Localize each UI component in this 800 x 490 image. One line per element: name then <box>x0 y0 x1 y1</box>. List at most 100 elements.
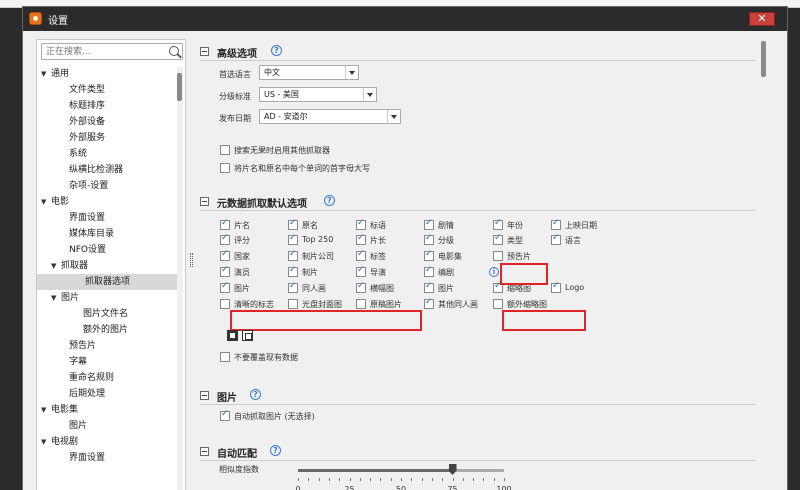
metadata-checkbox[interactable] <box>551 233 561 245</box>
sidebar-item[interactable]: 抓取器选项 <box>37 274 177 290</box>
sidebar-item[interactable]: ▼ 电影集 <box>41 402 78 418</box>
chevron-down-icon[interactable] <box>363 88 376 101</box>
metadata-checkbox[interactable] <box>424 218 434 230</box>
collapse-toggle-icon[interactable] <box>200 197 209 206</box>
help-icon[interactable]: ? <box>324 195 335 206</box>
help-icon[interactable]: ? <box>270 445 281 456</box>
metadata-checkbox[interactable] <box>220 265 230 277</box>
sidebar-item[interactable]: 重命名规则 <box>59 370 114 386</box>
sidebar-item[interactable]: NFO设置 <box>59 242 106 258</box>
metadata-checkbox[interactable] <box>551 281 561 293</box>
metadata-checkbox[interactable] <box>288 299 298 309</box>
sidebar-item-label: 标题排序 <box>69 101 106 111</box>
search-input[interactable] <box>46 45 164 58</box>
sidebar-item[interactable]: 后期处理 <box>59 386 105 402</box>
metadata-checkbox[interactable] <box>220 233 230 245</box>
sidebar-item[interactable]: 文件类型 <box>59 82 105 98</box>
expand-arrow-icon[interactable]: ▼ <box>51 258 61 274</box>
collapse-toggle-icon[interactable] <box>200 391 209 400</box>
metadata-checkbox[interactable] <box>288 265 298 277</box>
chevron-down-icon[interactable] <box>387 110 400 123</box>
sidebar-scrollbar-track[interactable] <box>177 67 183 490</box>
fallback-scraper-checkbox[interactable] <box>220 145 230 155</box>
main-scrollbar-thumb[interactable] <box>761 41 766 77</box>
sidebar-item[interactable]: 预告片 <box>59 338 96 354</box>
images-section-header[interactable]: 图片 ? <box>200 389 400 404</box>
info-icon[interactable]: i <box>489 267 499 277</box>
metadata-checkbox[interactable] <box>356 218 366 230</box>
sidebar-item[interactable]: ▼ 抓取器 <box>51 258 88 274</box>
metadata-checkbox[interactable] <box>424 233 434 245</box>
expand-arrow-icon[interactable]: ▼ <box>41 66 51 82</box>
help-icon[interactable]: ? <box>250 389 261 400</box>
metadata-checkbox[interactable] <box>220 281 230 293</box>
metadata-checkbox[interactable] <box>424 249 434 261</box>
metadata-checkbox[interactable] <box>424 281 434 293</box>
collapse-toggle-icon[interactable] <box>200 47 209 56</box>
sidebar-item[interactable]: 图片 <box>59 418 87 434</box>
expand-arrow-icon[interactable]: ▼ <box>41 194 51 210</box>
sidebar-item[interactable]: 系统 <box>59 146 87 162</box>
no-overwrite-checkbox[interactable] <box>220 352 230 362</box>
expand-arrow-icon[interactable]: ▼ <box>41 402 51 418</box>
metadata-checkbox[interactable] <box>220 218 230 230</box>
expand-arrow-icon[interactable]: ▼ <box>41 434 51 450</box>
close-button[interactable]: ✕ <box>749 12 775 26</box>
metadata-checkbox[interactable] <box>551 218 561 230</box>
auto-fetch-images-checkbox[interactable] <box>220 409 230 421</box>
sidebar-item[interactable]: 界面设置 <box>59 210 105 226</box>
release-date-select[interactable]: AD - 安道尔 <box>259 109 401 124</box>
expand-arrow-icon[interactable]: ▼ <box>51 290 61 306</box>
sidebar-item[interactable]: 字幕 <box>59 354 87 370</box>
search-icon[interactable] <box>169 46 179 56</box>
sidebar-item[interactable]: 纵横比检测器 <box>59 162 123 178</box>
sidebar-item[interactable]: 外部设备 <box>59 114 105 130</box>
language-select[interactable]: 中文 <box>259 65 359 80</box>
sidebar-item[interactable]: 图片文件名 <box>73 306 128 322</box>
search-box[interactable] <box>41 43 183 60</box>
metadata-checkbox[interactable] <box>493 251 503 261</box>
collapse-toggle-icon[interactable] <box>200 447 209 456</box>
slider-tick <box>328 478 330 481</box>
sidebar-item[interactable]: ▼ 图片 <box>51 290 79 306</box>
sidebar-item[interactable]: 外部服务 <box>59 130 105 146</box>
main-scrollbar-track[interactable] <box>761 35 769 490</box>
metadata-checkbox[interactable] <box>220 299 230 309</box>
metadata-section-header[interactable]: 元数据抓取默认选项 ? <box>200 195 400 210</box>
metadata-checkbox[interactable] <box>288 233 298 245</box>
metadata-checkbox[interactable] <box>288 281 298 293</box>
sidebar-item[interactable]: ▼ 电影 <box>41 194 69 210</box>
pane-splitter[interactable] <box>190 253 193 267</box>
sidebar-item[interactable]: 界面设置 <box>59 450 105 466</box>
metadata-checkbox[interactable] <box>288 218 298 230</box>
similarity-slider-thumb[interactable] <box>448 464 457 475</box>
metadata-checkbox[interactable] <box>356 265 366 277</box>
metadata-checkbox[interactable] <box>424 297 434 309</box>
metadata-checkbox[interactable] <box>220 249 230 261</box>
metadata-checkbox[interactable] <box>288 249 298 261</box>
sidebar-scrollbar-thumb[interactable] <box>177 73 182 101</box>
sidebar-item[interactable]: 标题排序 <box>59 98 105 114</box>
sidebar-item[interactable]: ▼ 电视剧 <box>41 434 78 450</box>
metadata-checkbox[interactable] <box>356 249 366 261</box>
metadata-checkbox[interactable] <box>356 281 366 293</box>
select-none-toggle[interactable] <box>242 330 253 341</box>
sidebar-item[interactable]: 额外的图片 <box>73 322 128 338</box>
metadata-checkbox[interactable] <box>356 233 366 245</box>
metadata-checkbox[interactable] <box>493 299 503 309</box>
help-icon[interactable]: ? <box>271 45 282 56</box>
capitalize-checkbox[interactable] <box>220 163 230 173</box>
rating-select[interactable]: US - 美国 <box>259 87 377 102</box>
sidebar-item[interactable]: 杂项-设置 <box>59 178 108 194</box>
metadata-checkbox[interactable] <box>493 233 503 245</box>
advanced-section-header[interactable]: 高级选项 ? <box>200 45 400 60</box>
metadata-checkbox[interactable] <box>356 299 366 309</box>
chevron-down-icon[interactable] <box>345 66 358 79</box>
auto-match-section-header[interactable]: 自动匹配 ? <box>200 445 400 460</box>
title-bar[interactable]: 设置 ✕ <box>23 7 787 31</box>
sidebar-item[interactable]: ▼ 通用 <box>41 66 69 82</box>
select-all-toggle[interactable] <box>227 330 238 341</box>
sidebar-item[interactable]: 媒体库目录 <box>59 226 114 242</box>
metadata-checkbox[interactable] <box>424 265 434 277</box>
metadata-checkbox[interactable] <box>493 218 503 230</box>
